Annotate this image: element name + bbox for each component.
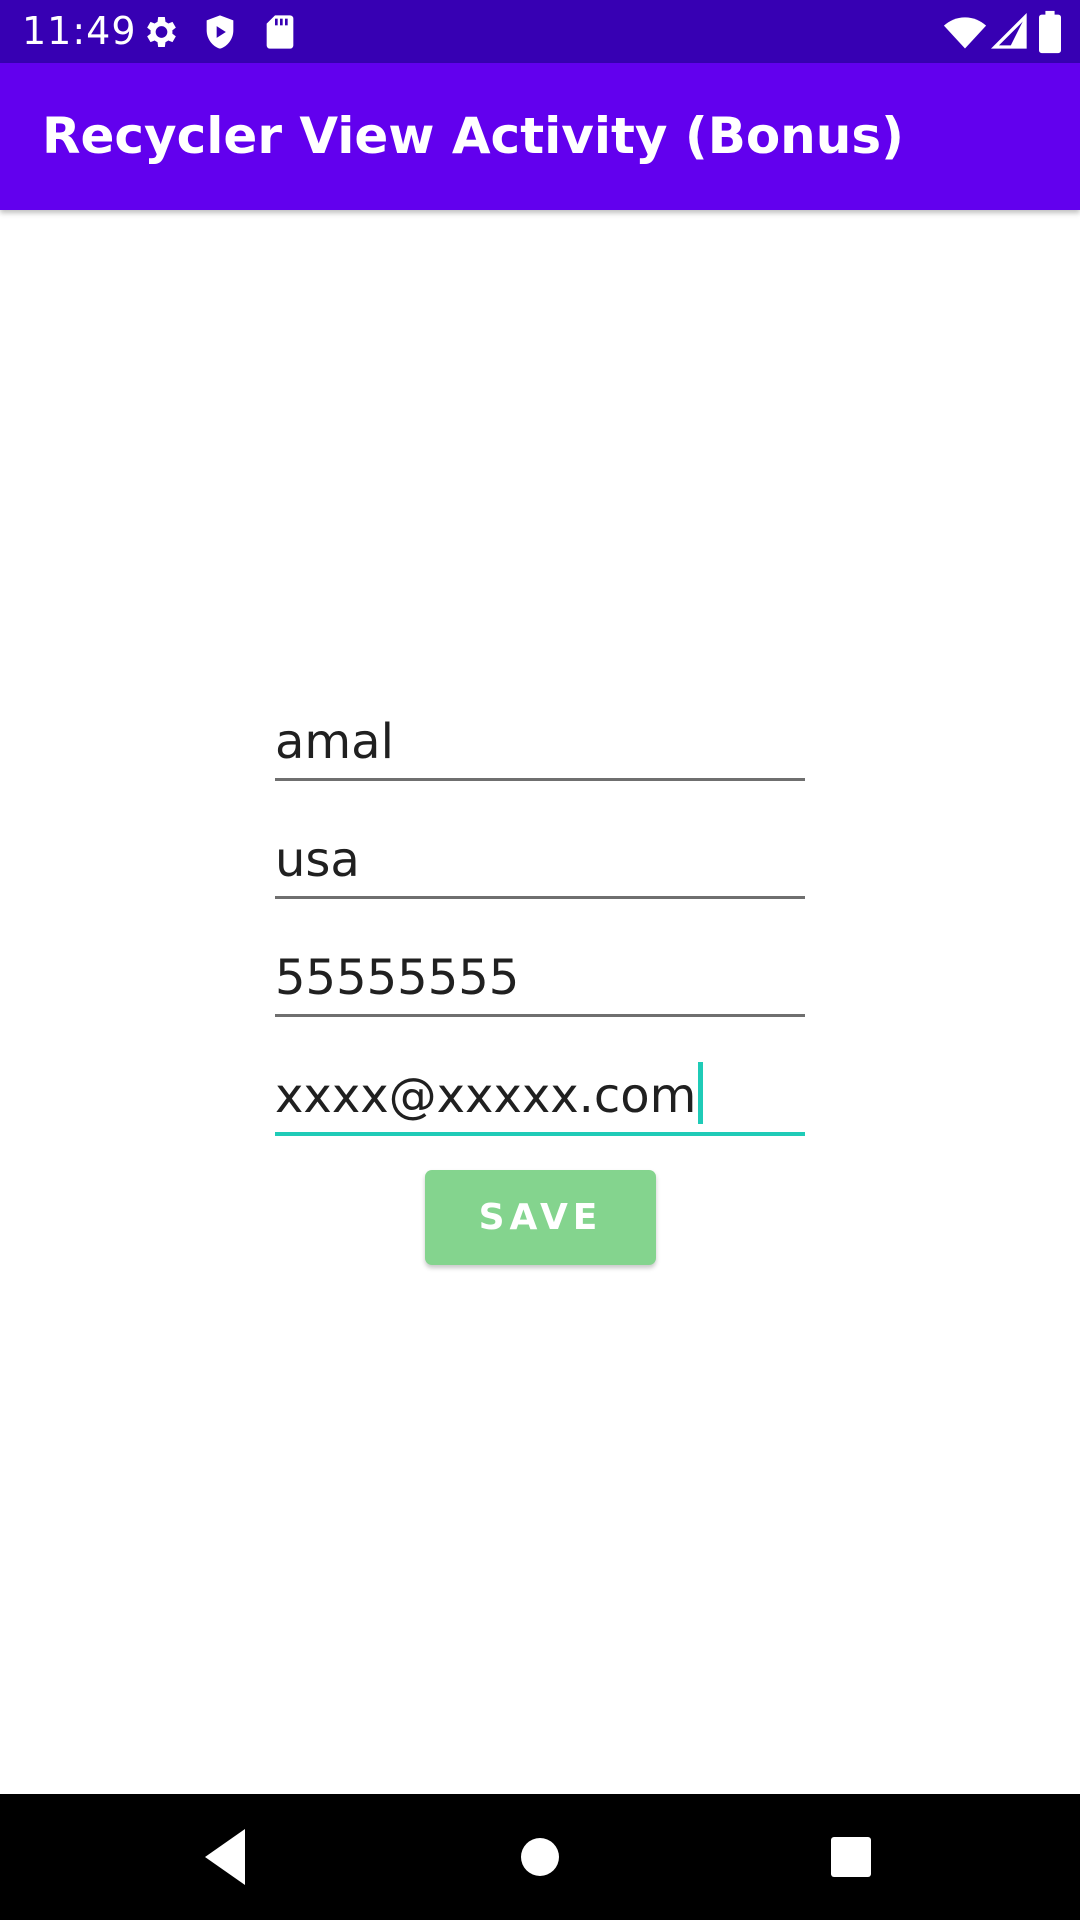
wifi-icon xyxy=(943,10,987,54)
navigation-bar xyxy=(0,1794,1080,1920)
screen: 11:49 Recycler View Activity (Bonus) ama… xyxy=(0,0,1080,1920)
country-field[interactable]: usa xyxy=(275,832,805,899)
name-field[interactable]: amal xyxy=(275,714,805,781)
home-icon[interactable] xyxy=(500,1819,580,1895)
text-cursor xyxy=(698,1062,704,1124)
email-field[interactable]: xxxx@xxxxx.com xyxy=(275,1062,805,1136)
back-icon[interactable] xyxy=(185,1819,265,1895)
shield-play-icon xyxy=(200,12,240,52)
email-field-value: xxxx@xxxxx.com xyxy=(275,1068,697,1124)
recents-icon[interactable] xyxy=(811,1819,891,1895)
sd-card-icon xyxy=(260,12,300,52)
name-field-value: amal xyxy=(275,714,394,770)
status-bar: 11:49 xyxy=(0,0,1080,63)
phone-field[interactable]: 55555555 xyxy=(275,950,805,1017)
signal-icon xyxy=(990,12,1030,52)
country-field-value: usa xyxy=(275,832,360,888)
app-title: Recycler View Activity (Bonus) xyxy=(42,107,904,165)
gear-icon xyxy=(140,12,180,52)
app-bar: Recycler View Activity (Bonus) xyxy=(0,63,1080,210)
status-time: 11:49 xyxy=(22,9,137,53)
battery-icon xyxy=(1035,10,1065,54)
phone-field-value: 55555555 xyxy=(275,950,520,1006)
email-field-text: xxxx@xxxxx.com xyxy=(275,1062,704,1124)
save-button[interactable]: SAVE xyxy=(425,1170,656,1265)
